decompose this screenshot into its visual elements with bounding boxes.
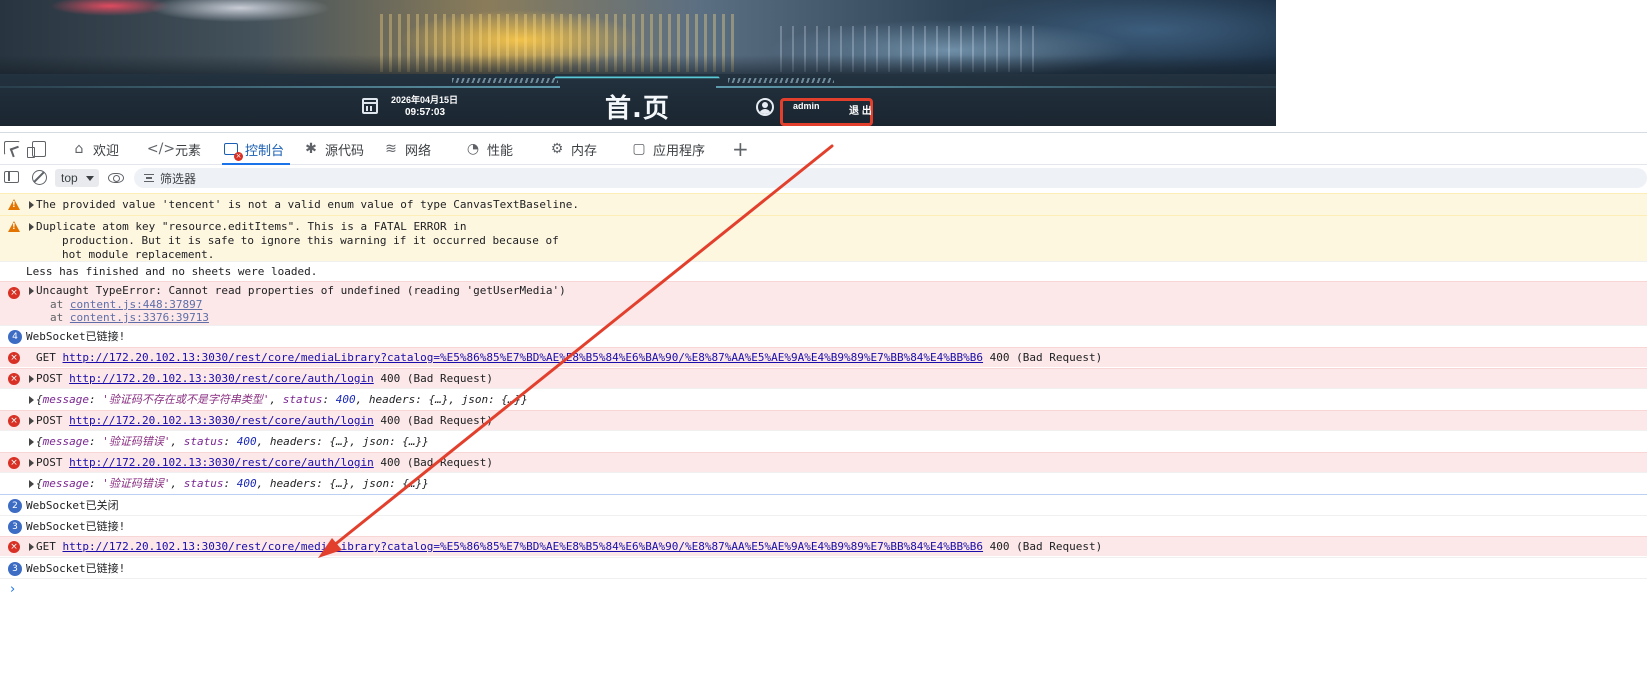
gauge-icon: ◔ bbox=[466, 141, 480, 157]
tab-network[interactable]: ≋ 网络 bbox=[382, 133, 431, 165]
console-info: Less has finished and no sheets were loa… bbox=[0, 261, 1647, 281]
expand-caret-icon[interactable] bbox=[29, 417, 34, 425]
expand-caret-icon[interactable] bbox=[29, 438, 34, 446]
chip-icon: ⚙ bbox=[550, 141, 564, 157]
app-banner: 2026年04月15日 09:57:03 首.页 admin 退 出 bbox=[0, 0, 1276, 126]
request-url-link[interactable]: http://172.20.102.13:3030/rest/core/auth… bbox=[69, 414, 374, 427]
console-warning: Duplicate atom key "resource.editItems".… bbox=[0, 215, 1647, 261]
log-message: Uncaught TypeError: Cannot read properti… bbox=[36, 284, 566, 297]
prompt-chevron-icon: › bbox=[10, 582, 16, 597]
device-emulation-icon[interactable] bbox=[27, 141, 46, 158]
repeat-count-badge: 3 bbox=[8, 562, 22, 576]
bug-icon: ✱ bbox=[305, 141, 317, 157]
calendar-icon bbox=[362, 98, 378, 114]
tab-application[interactable]: ▢ 应用程序 bbox=[630, 133, 705, 165]
request-url-link[interactable]: http://172.20.102.13:3030/rest/core/auth… bbox=[69, 456, 374, 469]
console-toolbar: top 筛选器 bbox=[0, 166, 1647, 190]
repeat-count-badge: 2 bbox=[8, 499, 22, 513]
tab-welcome[interactable]: ⌂ 欢迎 bbox=[70, 133, 119, 165]
tab-console[interactable]: × 控制台 bbox=[222, 133, 291, 165]
repeat-count-badge: 3 bbox=[8, 520, 22, 534]
sidebar-toggle-icon[interactable] bbox=[4, 171, 19, 183]
console-error: × POST http://172.20.102.13:3030/rest/co… bbox=[0, 368, 1647, 388]
console-icon: × bbox=[222, 140, 243, 161]
error-badge-icon: × bbox=[234, 152, 243, 161]
tab-memory[interactable]: ⚙ 内存 bbox=[548, 133, 597, 165]
source-link[interactable]: content.js:448:37897 bbox=[70, 298, 202, 311]
log-message: WebSocket已链接! bbox=[26, 562, 126, 575]
expand-caret-icon[interactable] bbox=[29, 480, 34, 488]
source-link[interactable]: content.js:3376:39713 bbox=[70, 311, 209, 324]
log-message: WebSocket已关闭 bbox=[26, 499, 119, 512]
home-icon: ⌂ bbox=[74, 141, 84, 157]
request-url-link[interactable]: http://172.20.102.13:3030/rest/core/medi… bbox=[63, 540, 984, 553]
filter-input[interactable]: 筛选器 bbox=[134, 168, 1647, 188]
log-message: The provided value 'tencent' is not a va… bbox=[36, 198, 580, 211]
live-expression-eye-icon[interactable] bbox=[108, 173, 124, 183]
console-error: × GET http://172.20.102.13:3030/rest/cor… bbox=[0, 536, 1647, 556]
expand-caret-icon[interactable] bbox=[29, 201, 34, 209]
console-log-row: 3 WebSocket已链接! bbox=[0, 515, 1647, 536]
console-object-row: {message: '验证码错误', status: 400, headers:… bbox=[0, 430, 1647, 452]
username: admin bbox=[793, 101, 820, 111]
log-message: WebSocket已链接! bbox=[26, 330, 126, 343]
devtools-panel: ⌂ 欢迎 </> 元素 × 控制台 ✱ 源代码 ≋ 网络 ◔ 性能 ⚙ 内存 ▢ bbox=[0, 132, 1647, 686]
request-url-link[interactable]: http://172.20.102.13:3030/rest/core/medi… bbox=[63, 351, 984, 364]
repeat-count-badge: 4 bbox=[8, 330, 22, 344]
wifi-icon: ≋ bbox=[385, 141, 397, 157]
warning-icon bbox=[8, 221, 20, 232]
expand-caret-icon[interactable] bbox=[29, 223, 34, 231]
request-url-link[interactable]: http://172.20.102.13:3030/rest/core/auth… bbox=[69, 372, 374, 385]
devtools-tabbar: ⌂ 欢迎 </> 元素 × 控制台 ✱ 源代码 ≋ 网络 ◔ 性能 ⚙ 内存 ▢ bbox=[0, 133, 1647, 165]
error-icon: × bbox=[8, 415, 20, 427]
console-prompt-row[interactable]: › bbox=[0, 578, 1647, 602]
app-window-icon: ▢ bbox=[632, 141, 646, 157]
console-error: × Uncaught TypeError: Cannot read proper… bbox=[0, 281, 1647, 325]
banner-date: 2026年04月15日 bbox=[391, 95, 459, 105]
tab-sources[interactable]: ✱ 源代码 bbox=[302, 133, 364, 165]
console-log: The provided value 'tencent' is not a va… bbox=[0, 193, 1647, 687]
clear-console-icon[interactable] bbox=[32, 170, 47, 185]
console-log-row: 3 WebSocket已链接! bbox=[0, 557, 1647, 578]
logout-button[interactable]: 退 出 bbox=[849, 102, 872, 117]
warning-icon bbox=[8, 199, 20, 210]
console-error: × POST http://172.20.102.13:3030/rest/co… bbox=[0, 452, 1647, 472]
console-warning: The provided value 'tencent' is not a va… bbox=[0, 193, 1647, 215]
expand-caret-icon[interactable] bbox=[29, 543, 34, 551]
console-log-row: 2 WebSocket已关闭 bbox=[0, 494, 1647, 515]
expand-caret-icon[interactable] bbox=[29, 287, 34, 295]
context-selector[interactable]: top bbox=[55, 169, 99, 187]
console-log-row: 4 WebSocket已链接! bbox=[0, 325, 1647, 347]
banner-photo bbox=[0, 0, 1276, 74]
error-icon: × bbox=[8, 352, 20, 364]
add-tab-icon[interactable]: + bbox=[732, 137, 749, 161]
filter-placeholder: 筛选器 bbox=[160, 172, 197, 186]
expand-caret-icon[interactable] bbox=[29, 375, 34, 383]
console-object-row: {message: '验证码不存在或不是字符串类型', status: 400,… bbox=[0, 388, 1647, 410]
tab-elements[interactable]: </> 元素 bbox=[146, 133, 201, 165]
expand-caret-icon[interactable] bbox=[29, 396, 34, 404]
log-message: WebSocket已链接! bbox=[26, 520, 126, 533]
page-title: 首.页 bbox=[605, 94, 670, 124]
inspect-element-icon[interactable] bbox=[4, 141, 20, 155]
log-message: Duplicate atom key "resource.editItems".… bbox=[36, 220, 467, 233]
log-message: Less has finished and no sheets were loa… bbox=[26, 265, 318, 278]
expand-caret-icon[interactable] bbox=[29, 459, 34, 467]
tab-performance[interactable]: ◔ 性能 bbox=[464, 133, 513, 165]
chevron-down-icon bbox=[86, 176, 94, 181]
user-icon bbox=[756, 98, 774, 116]
console-error: × POST http://172.20.102.13:3030/rest/co… bbox=[0, 410, 1647, 430]
banner-time: 09:57:03 bbox=[405, 107, 446, 118]
error-icon: × bbox=[8, 373, 20, 385]
console-object-row: {message: '验证码错误', status: 400, headers:… bbox=[0, 472, 1647, 494]
filter-icon bbox=[144, 174, 154, 182]
error-icon: × bbox=[8, 541, 20, 553]
code-icon: </> bbox=[146, 141, 176, 157]
error-icon: × bbox=[8, 457, 20, 469]
error-icon: × bbox=[8, 287, 20, 299]
console-error: × GET http://172.20.102.13:3030/rest/cor… bbox=[0, 347, 1647, 367]
